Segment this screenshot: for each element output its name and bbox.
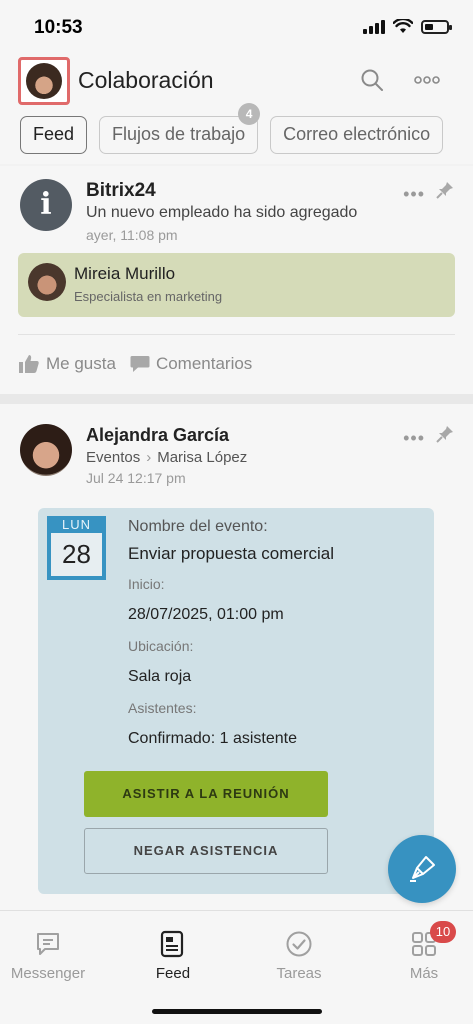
decline-attendance-button[interactable]: NEGAR ASISTENCIA xyxy=(84,828,328,874)
user-avatar-button[interactable] xyxy=(18,57,70,105)
nav-label: Tareas xyxy=(276,965,322,982)
feed-list: i Bitrix24 Un nuevo empleado ha sido agr… xyxy=(0,166,473,910)
tab-email[interactable]: Correo electrónico xyxy=(270,116,444,154)
feed-post[interactable]: i Bitrix24 Un nuevo empleado ha sido agr… xyxy=(0,166,473,394)
calendar-icon: LUN 28 xyxy=(47,516,106,580)
wifi-icon xyxy=(393,19,413,33)
post-menu-icon[interactable]: ••• xyxy=(403,428,425,449)
post-time: Jul 24 12:17 pm xyxy=(86,470,186,486)
author-avatar xyxy=(20,424,72,476)
event-attendees: Confirmado: 1 asistente xyxy=(128,730,297,747)
event-name-label: Nombre del evento: xyxy=(128,518,268,535)
calendar-day: 28 xyxy=(51,533,102,576)
employee-name: Mireia Murillo xyxy=(74,264,176,283)
post-author: Alejandra García xyxy=(86,425,230,445)
tab-label: Flujos de trabajo xyxy=(112,124,246,144)
compose-button[interactable] xyxy=(388,835,456,903)
feed-post[interactable]: Alejandra García Eventos › Marisa López … xyxy=(0,404,473,910)
event-name: Enviar propuesta comercial xyxy=(128,544,334,563)
thumbs-up-icon xyxy=(19,355,39,373)
status-bar: 10:53 xyxy=(0,0,473,54)
post-author: Bitrix24 xyxy=(86,180,156,201)
destination-label: Eventos xyxy=(86,449,141,466)
post-text: Un nuevo empleado ha sido agregado xyxy=(86,204,358,221)
comments-label: Comentarios xyxy=(155,354,253,373)
divider xyxy=(18,334,455,335)
bottom-nav: Messenger Feed Tareas Más 10 xyxy=(0,910,473,1024)
home-indicator xyxy=(152,1009,322,1014)
nav-label: Messenger xyxy=(10,965,86,982)
event-start-label: Inicio: xyxy=(128,576,165,592)
employee-avatar xyxy=(28,263,66,301)
feed-icon xyxy=(160,930,184,958)
post-time: ayer, 11:08 pm xyxy=(86,227,178,243)
event-location: Sala roja xyxy=(128,668,192,685)
nav-label: Feed xyxy=(155,965,191,982)
comments-button[interactable]: Comentarios xyxy=(130,354,252,374)
event-attendees-label: Asistentes: xyxy=(128,700,197,716)
attend-meeting-button[interactable]: ASISTIR A LA REUNIÓN xyxy=(84,771,328,817)
employee-role: Especialista en marketing xyxy=(74,289,223,304)
nav-feed[interactable]: Feed xyxy=(123,929,223,982)
tab-bar: Feed Flujos de trabajo 4 Correo electrón… xyxy=(20,103,444,154)
post-actions: Me gusta Comentarios xyxy=(18,354,252,374)
chevron-right-icon: › xyxy=(146,449,152,466)
notification-badge: 10 xyxy=(430,921,456,943)
nav-more[interactable]: Más 10 xyxy=(374,921,473,982)
nav-label: Más xyxy=(409,965,439,982)
nav-tasks[interactable]: Tareas xyxy=(249,929,349,982)
tab-workflows[interactable]: Flujos de trabajo 4 xyxy=(99,103,261,154)
avatar xyxy=(26,63,62,99)
status-time: 10:53 xyxy=(34,17,83,38)
pin-icon[interactable] xyxy=(435,424,455,444)
calendar-weekday: LUN xyxy=(61,517,91,532)
header: Colaboración Feed Flujos de trabajo 4 Co… xyxy=(0,54,473,164)
pin-icon[interactable] xyxy=(435,180,455,200)
chat-icon xyxy=(37,933,59,955)
post-separator xyxy=(0,394,473,404)
post-destination: Eventos › Marisa López xyxy=(86,449,247,466)
check-circle-icon xyxy=(286,931,312,957)
event-start: 28/07/2025, 01:00 pm xyxy=(128,606,284,623)
comment-icon xyxy=(130,356,150,372)
new-employee-card[interactable]: Mireia Murillo Especialista en marketing xyxy=(18,253,455,317)
post-menu-icon[interactable]: ••• xyxy=(403,184,425,205)
recipient-label: Marisa López xyxy=(157,449,248,466)
event-location-label: Ubicación: xyxy=(128,638,194,654)
search-icon[interactable] xyxy=(360,68,384,92)
like-label: Me gusta xyxy=(46,354,116,373)
signal-icon xyxy=(363,19,385,34)
status-icons xyxy=(363,19,452,34)
battery-icon xyxy=(421,19,452,34)
like-button[interactable]: Me gusta xyxy=(18,354,116,374)
event-card: LUN 28 Nombre del evento: Enviar propues… xyxy=(38,508,434,894)
info-icon: i xyxy=(20,179,72,231)
more-icon[interactable] xyxy=(414,76,440,84)
nav-messenger[interactable]: Messenger xyxy=(0,929,98,982)
tab-feed[interactable]: Feed xyxy=(20,116,88,154)
pen-nib-icon xyxy=(410,856,435,882)
tab-label: Correo electrónico xyxy=(283,124,431,144)
tab-label: Feed xyxy=(33,124,75,144)
page-title: Colaboración xyxy=(78,67,214,93)
tab-badge: 4 xyxy=(238,103,261,125)
